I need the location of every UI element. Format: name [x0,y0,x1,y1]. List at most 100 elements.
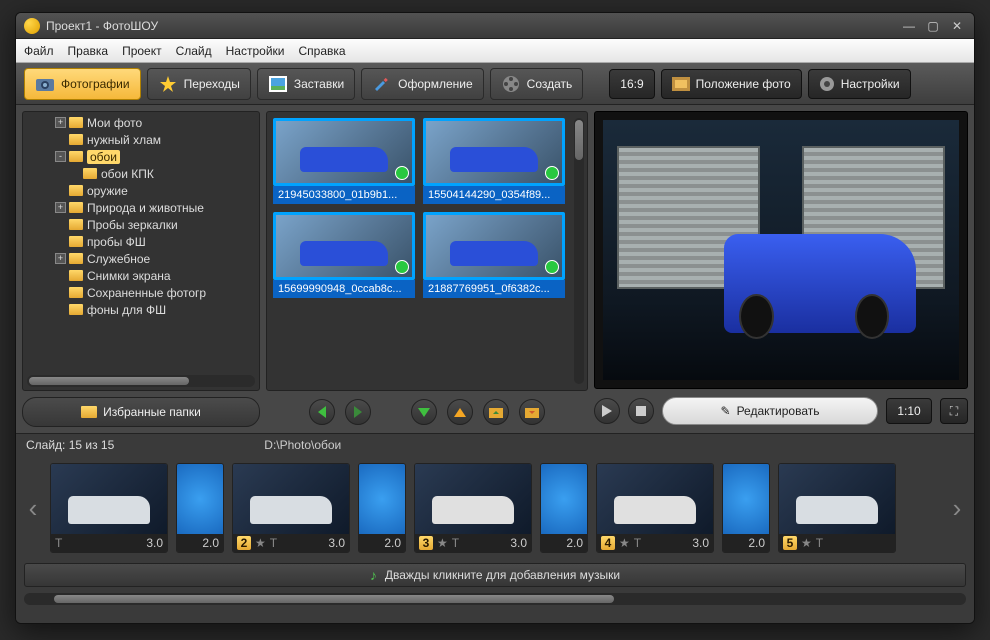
folder-icon [69,236,83,247]
folder-icon [69,270,83,281]
settings-button[interactable]: Настройки [808,69,911,99]
tree-label: Пробы зеркалки [87,218,178,232]
folder-icon [69,253,83,264]
remove-button[interactable] [447,399,473,425]
folder-icon [69,151,83,162]
tree-node[interactable]: обои КПК [27,165,255,182]
forward-button[interactable] [345,399,371,425]
close-button[interactable]: ✕ [948,19,966,33]
edit-button[interactable]: ✎ Редактировать [662,397,878,425]
pencil-icon: ✎ [721,404,731,418]
favorites-button[interactable]: Избранные папки [22,397,260,427]
check-icon [395,166,409,180]
menu-help[interactable]: Справка [298,44,345,58]
timeline-row: ‹ T3.02.02★T3.02.03★T3.02.04★T3.02.05★T … [24,459,966,557]
stop-button[interactable] [628,398,654,424]
tree-node[interactable]: оружие [27,182,255,199]
thumbnail-grid: 21945033800_01b9b1... 15504144290_0354f8… [266,111,588,391]
folder-icon [81,406,97,418]
music-note-icon: ♪ [370,567,377,583]
check-icon [545,166,559,180]
app-logo-icon [24,18,40,34]
add-folder-button[interactable] [483,399,509,425]
folder-tree[interactable]: +Мои фотонужный хлам-обоиобои КПКоружие+… [22,111,260,391]
tab-transitions[interactable]: Переходы [147,68,251,100]
star-icon: ★ [255,536,266,550]
menu-settings[interactable]: Настройки [226,44,285,58]
tab-titles[interactable]: Заставки [257,68,355,100]
current-path: D:\Photo\обои [264,438,341,452]
tree-node[interactable]: +Природа и животные [27,199,255,216]
tab-create[interactable]: Создать [490,68,584,100]
tab-photos[interactable]: Фотографии [24,68,141,100]
tree-node[interactable]: Сохраненные фотогр [27,284,255,301]
thumbnail-item[interactable]: 15504144290_0354f89... [423,118,565,204]
position-label: Положение фото [696,77,791,91]
tree-node[interactable]: нужный хлам [27,131,255,148]
tab-photos-label: Фотографии [61,77,130,91]
tree-label: нужный хлам [87,133,161,147]
tree-hscrollbar[interactable] [27,375,255,387]
expand-toggle[interactable]: + [55,117,66,128]
menu-slide[interactable]: Слайд [176,44,212,58]
tree-node[interactable]: + Мои фото [27,114,255,131]
slide-item[interactable]: 5★T [778,463,896,553]
star-icon: ★ [437,536,448,550]
titlebar: Проект1 - ФотоШОУ — ▢ ✕ [16,13,974,39]
menu-file[interactable]: Файл [24,44,54,58]
slide-counter: Слайд: 15 из 15 [26,438,114,452]
menu-edit[interactable]: Правка [68,44,109,58]
tree-node[interactable]: фоны для ФШ [27,301,255,318]
timeline-next[interactable]: › [948,463,966,553]
expand-toggle[interactable]: + [55,253,66,264]
tree-label: оружие [87,184,128,198]
play-button[interactable] [594,398,620,424]
thumbnail-item[interactable]: 21945033800_01b9b1... [273,118,415,204]
text-icon: T [452,536,459,550]
tree-node[interactable]: Снимки экрана [27,267,255,284]
duration-label: 2.0 [748,536,765,550]
tree-node[interactable]: -обои [27,148,255,165]
expand-toggle[interactable]: + [55,202,66,213]
slide-item[interactable]: T3.0 [50,463,168,553]
transition-item[interactable]: 2.0 [358,463,406,553]
slide-item[interactable]: 2★T3.0 [232,463,350,553]
minimize-button[interactable]: — [900,19,918,33]
timeline: ‹ T3.02.02★T3.02.03★T3.02.04★T3.02.05★T … [16,455,974,623]
tree-label: обои КПК [101,167,154,181]
timeline-prev[interactable]: ‹ [24,463,42,553]
back-button[interactable] [309,399,335,425]
timeline-scrollbar[interactable] [24,593,966,605]
tree-node[interactable]: + Служебное [27,250,255,267]
thumbs-vscrollbar[interactable] [574,118,584,384]
tree-label: Служебное [87,252,150,266]
aspect-button[interactable]: 16:9 [609,69,654,99]
menu-project[interactable]: Проект [122,44,162,58]
position-button[interactable]: Положение фото [661,69,802,99]
expand-toggle[interactable]: - [55,151,66,162]
window-title: Проект1 - ФотоШОУ [46,19,894,33]
thumbnail-item[interactable]: 15699990948_0ccab8c... [273,212,415,298]
thumbnail-caption: 21887769951_0f6382c... [423,280,565,298]
slide-item[interactable]: 3★T3.0 [414,463,532,553]
thumbnail-item[interactable]: 21887769951_0f6382c... [423,212,565,298]
transition-item[interactable]: 2.0 [176,463,224,553]
fullscreen-button[interactable]: ⛶ [940,398,968,424]
add-button[interactable] [411,399,437,425]
transition-item[interactable]: 2.0 [540,463,588,553]
thumbnail-caption: 15699990948_0ccab8c... [273,280,415,298]
tree-label: Мои фото [87,116,142,130]
tab-design-label: Оформление [398,77,472,91]
maximize-button[interactable]: ▢ [924,19,942,33]
tab-design[interactable]: Оформление [361,68,483,100]
tree-label: Снимки экрана [87,269,171,283]
remove-folder-button[interactable] [519,399,545,425]
slide-item[interactable]: 4★T3.0 [596,463,714,553]
tree-node[interactable]: пробы ФШ [27,233,255,250]
player-bar: ✎ Редактировать 1:10 ⛶ [594,395,968,427]
music-track[interactable]: ♪ Дважды кликните для добавления музыки [24,563,966,587]
preview-panel[interactable] [594,111,968,389]
tree-node[interactable]: Пробы зеркалки [27,216,255,233]
transition-item[interactable]: 2.0 [722,463,770,553]
reel-icon [501,75,521,93]
